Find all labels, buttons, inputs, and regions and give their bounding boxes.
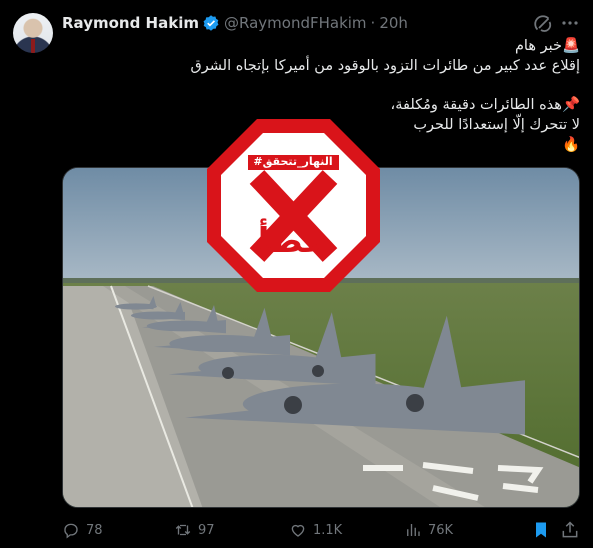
- like-count: 1.1K: [313, 522, 343, 538]
- reply-button[interactable]: 78: [62, 519, 103, 541]
- reply-icon: [64, 523, 78, 539]
- reply-count: 78: [86, 522, 103, 538]
- separator-dot: ·: [370, 14, 376, 32]
- repost-count: 97: [198, 522, 215, 538]
- view-count: 76K: [428, 522, 454, 538]
- more-dots-icon[interactable]: [560, 13, 580, 33]
- share-icon[interactable]: [560, 520, 580, 540]
- tweet-actions: 78 97 1.1K 76K: [62, 519, 580, 541]
- avatar[interactable]: [13, 13, 53, 53]
- author-name[interactable]: Raymond Hakim: [62, 14, 199, 32]
- tweet-line: 🚨خبر هام: [514, 38, 580, 54]
- stamp-hashtag: #النهار_تتحقق: [253, 155, 333, 168]
- views-button[interactable]: 76K: [404, 519, 453, 541]
- tweet-line: إقلاع عدد كبير من طائرات التزود بالوقود …: [190, 58, 580, 74]
- tweet: Raymond Hakim @RaymondFHakim · 20h 🚨خبر …: [0, 0, 593, 548]
- repost-icon: [175, 524, 191, 536]
- views-chart-icon: [407, 524, 420, 536]
- repost-button[interactable]: 97: [174, 519, 215, 541]
- like-button[interactable]: 1.1K: [289, 519, 342, 541]
- post-time[interactable]: 20h: [379, 14, 408, 32]
- verified-badge-icon: [203, 15, 219, 31]
- heart-icon: [291, 524, 305, 537]
- stamp-verdict: خطأ: [257, 221, 329, 261]
- grok-icon[interactable]: [533, 14, 553, 34]
- tweet-line: 📌هذه الطائرات دقيقة ومُكلفة،: [390, 97, 580, 113]
- author-handle[interactable]: @RaymondFHakim: [224, 14, 367, 32]
- tweet-header: Raymond Hakim @RaymondFHakim · 20h: [62, 13, 408, 33]
- bookmark-icon[interactable]: [531, 520, 551, 540]
- false-claim-stamp: [207, 119, 380, 292]
